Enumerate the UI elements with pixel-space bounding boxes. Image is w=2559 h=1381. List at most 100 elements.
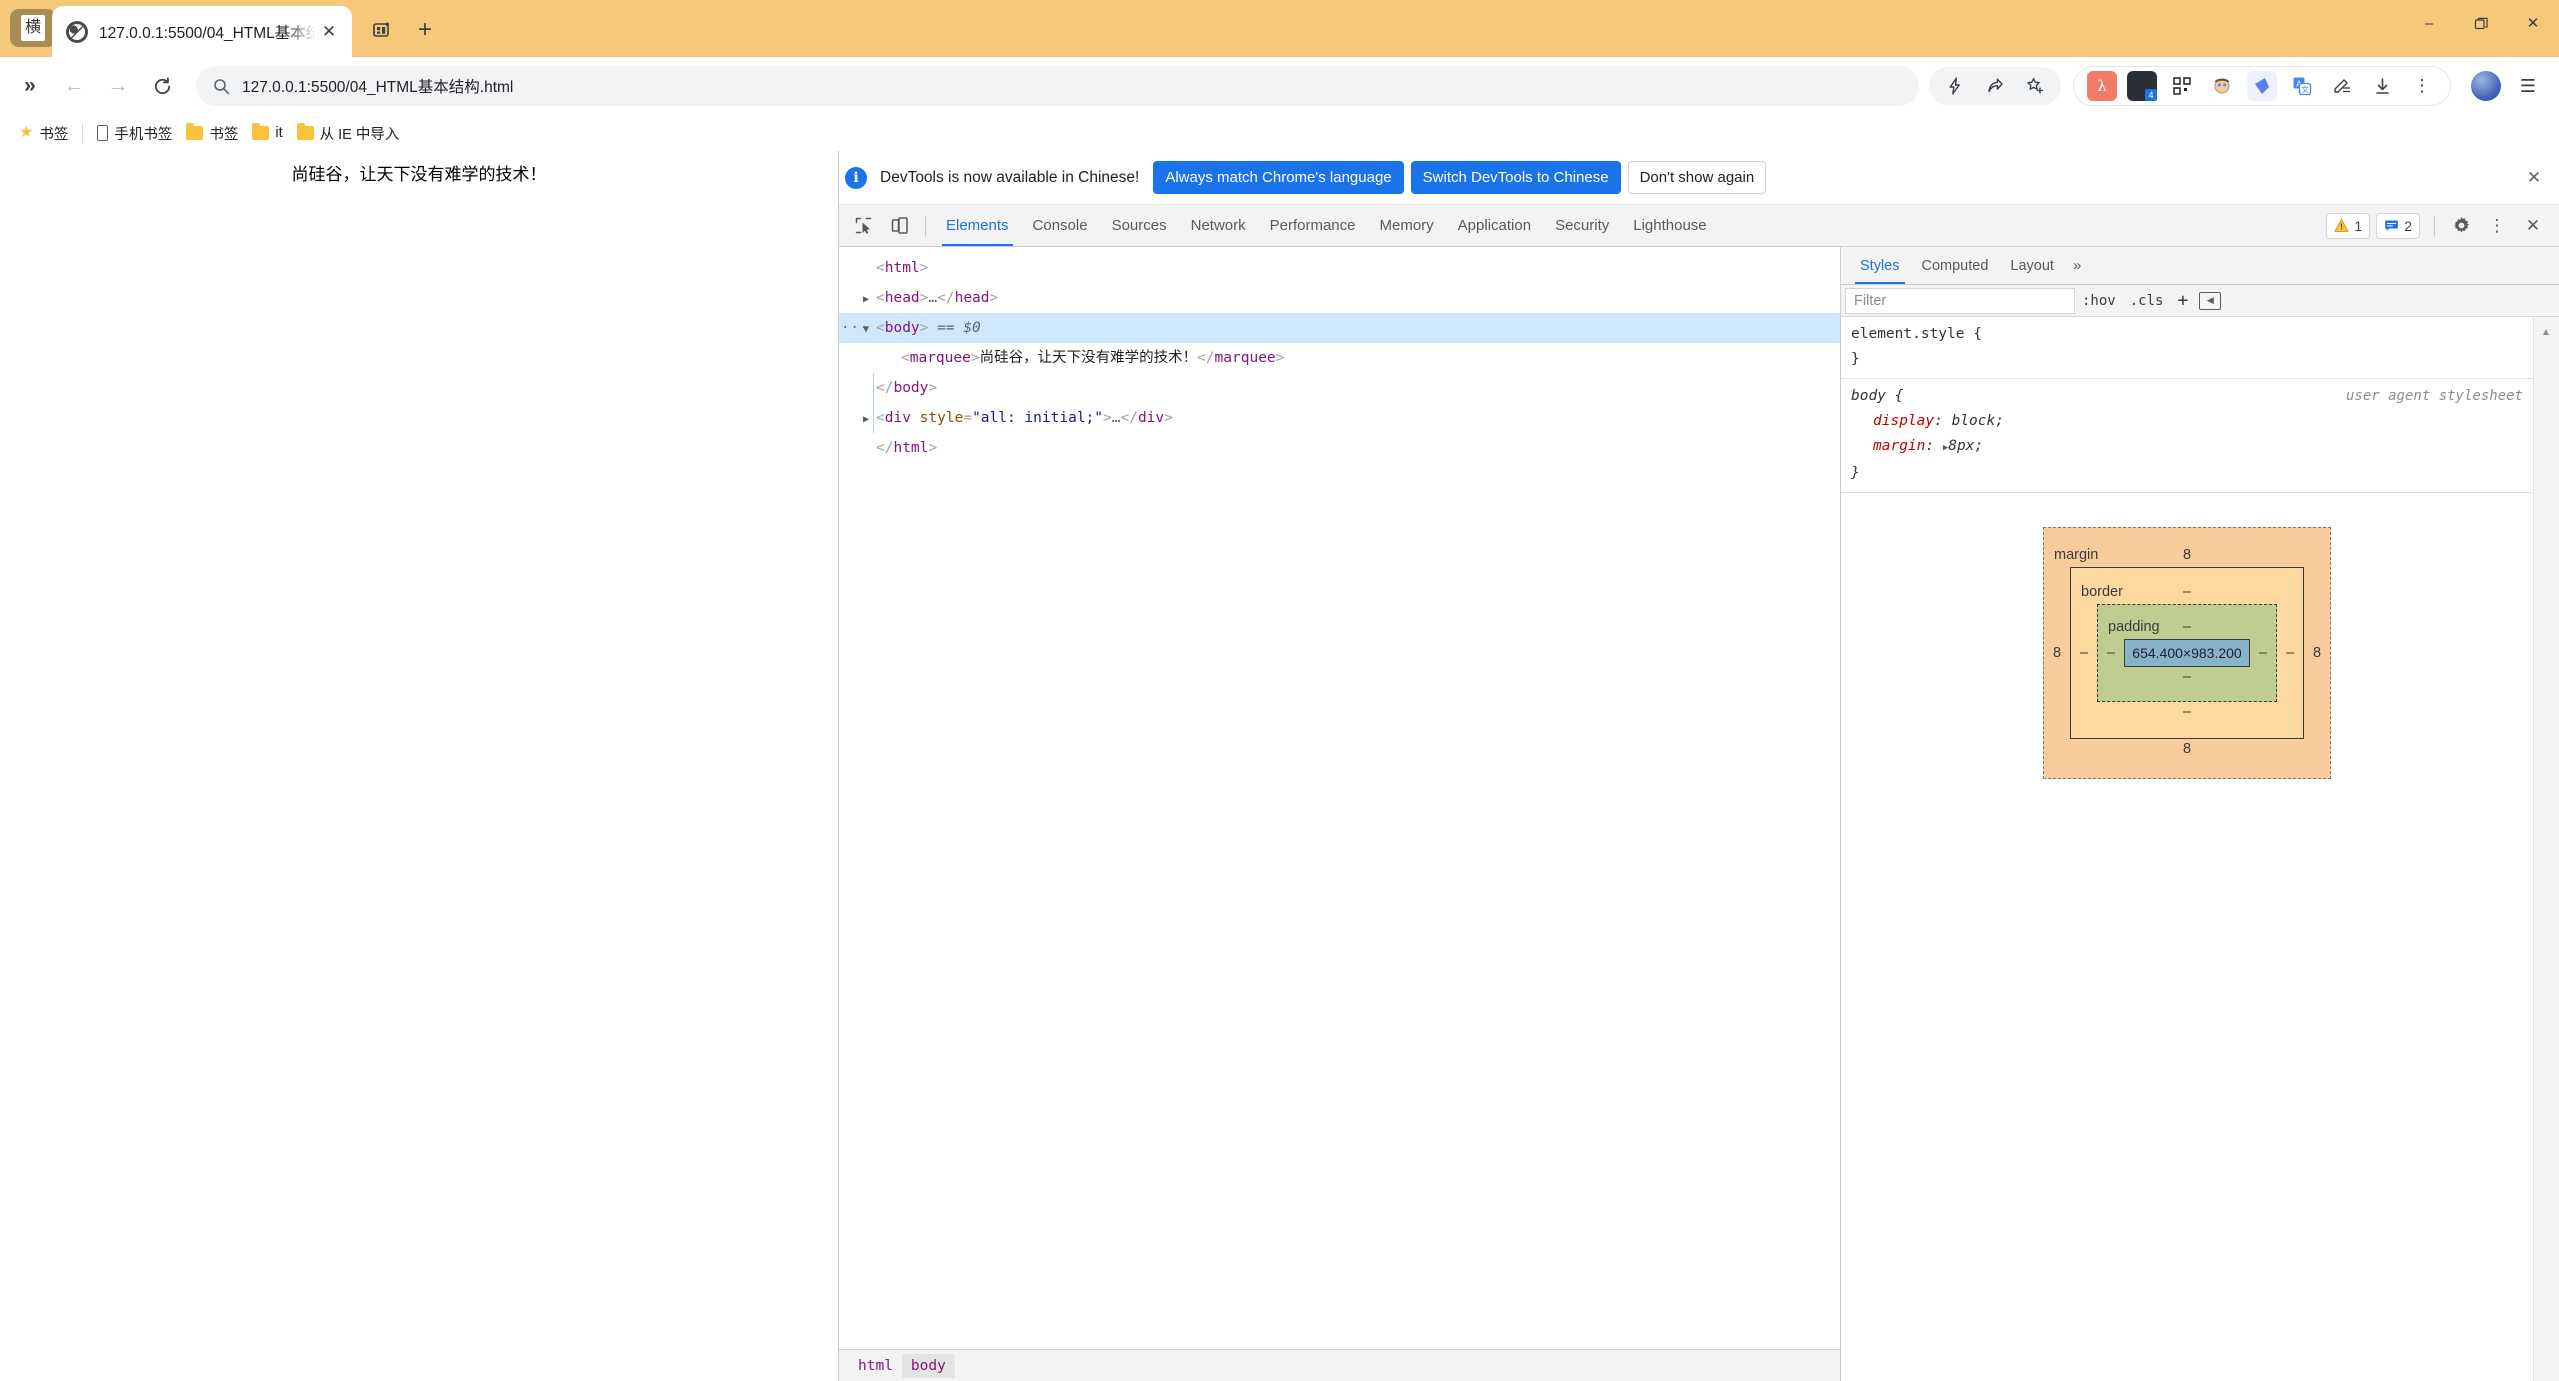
box-model-padding-head: padding –: [2098, 619, 2276, 639]
dom-row-html-close[interactable]: </html>: [839, 433, 1840, 463]
address-bar[interactable]: 127.0.0.1:5500/04_HTML基本结构.html: [196, 66, 1919, 106]
tab-console[interactable]: Console: [1021, 205, 1100, 246]
sidebar-toggle-icon[interactable]: ◀: [2199, 291, 2222, 310]
box-model-margin-bottom[interactable]: 8: [2044, 739, 2330, 759]
edit-extension[interactable]: [2327, 71, 2357, 101]
bookmark-star-icon[interactable]: [2019, 70, 2051, 102]
box-model-margin-top[interactable]: 8: [2044, 547, 2330, 563]
tab-network[interactable]: Network: [1179, 205, 1258, 246]
box-model-margin-right[interactable]: 8: [2304, 645, 2330, 661]
bookmark-item-2[interactable]: 书签: [179, 119, 245, 147]
box-model-border[interactable]: border – – padding – – 654.400×983.200 –…: [2070, 567, 2304, 739]
box-model-padding-bottom[interactable]: –: [2098, 667, 2276, 687]
dom-row-head[interactable]: <head>…</head>: [839, 283, 1840, 313]
style-rule-body[interactable]: user agent stylesheet body { display: bl…: [1841, 379, 2533, 493]
new-style-rule-button[interactable]: +: [2170, 290, 2195, 311]
box-model-border-left[interactable]: –: [2071, 645, 2097, 661]
close-window-button[interactable]: ✕: [2507, 0, 2559, 46]
screenshot-extension[interactable]: 4: [2127, 71, 2157, 101]
always-match-chrome-language-button[interactable]: Always match Chrome's language: [1153, 161, 1404, 194]
box-model-content-size[interactable]: 654.400×983.200: [2124, 639, 2250, 667]
dom-row-html-open[interactable]: <html>: [839, 253, 1840, 283]
declaration-property[interactable]: display: [1851, 413, 1934, 429]
expand-triangle[interactable]: [863, 285, 876, 315]
tab-lighthouse[interactable]: Lighthouse: [1621, 205, 1718, 246]
breadcrumb-item-body[interactable]: body: [901, 1353, 955, 1378]
dont-show-again-button[interactable]: Don't show again: [1627, 161, 1767, 194]
filter-input[interactable]: Filter: [1845, 287, 2075, 314]
chevrons-icon[interactable]: »: [10, 66, 50, 106]
new-tab-button[interactable]: +: [410, 15, 440, 45]
declaration-value[interactable]: block;: [1952, 413, 2004, 429]
switch-devtools-to-chinese-button[interactable]: Switch DevTools to Chinese: [1410, 161, 1621, 194]
cls-toggle[interactable]: .cls: [2123, 293, 2171, 309]
hov-toggle[interactable]: :hov: [2075, 293, 2123, 309]
bookmark-item-0[interactable]: ★ 书签: [12, 119, 75, 147]
tab-styles[interactable]: Styles: [1849, 247, 1911, 284]
chrome-menu-icon[interactable]: ☰: [2511, 69, 2545, 103]
minimize-button[interactable]: –: [2403, 0, 2455, 46]
box-model-border-bottom[interactable]: –: [2071, 702, 2303, 722]
forward-icon[interactable]: →: [98, 66, 138, 106]
extensions-overflow-icon[interactable]: ⋮: [2407, 71, 2437, 101]
declaration-value[interactable]: 8px;: [1948, 438, 1983, 454]
close-icon[interactable]: ✕: [2517, 211, 2549, 241]
dom-row-body-close[interactable]: </body>: [839, 373, 1840, 403]
tab-security[interactable]: Security: [1543, 205, 1621, 246]
tab-search-icon[interactable]: [367, 16, 395, 44]
browser-tab[interactable]: 127.0.0.1:5500/04_HTML基本结构.html ✕: [52, 6, 352, 57]
restore-button[interactable]: [2455, 0, 2507, 46]
avatar[interactable]: [2471, 71, 2501, 101]
message-counter[interactable]: 2: [2376, 212, 2420, 239]
box-model-margin[interactable]: margin 8 8 border – – padding – – 654.40…: [2043, 527, 2331, 779]
tab-group-chip[interactable]: 横: [10, 9, 56, 47]
gear-icon[interactable]: [2445, 211, 2477, 241]
styles-tabs-overflow-icon[interactable]: »: [2065, 257, 2089, 274]
dom-tree-pane[interactable]: <html> <head>…</head> ··· <body> == $0 <m…: [839, 247, 1841, 1381]
box-model-padding[interactable]: padding – – 654.400×983.200 – –: [2097, 604, 2277, 702]
box-model-padding-top[interactable]: –: [2098, 619, 2276, 635]
back-icon[interactable]: ←: [54, 66, 94, 106]
tab-elements[interactable]: Elements: [934, 205, 1021, 246]
close-icon[interactable]: ✕: [316, 19, 342, 45]
translate-extension[interactable]: A 文: [2287, 71, 2317, 101]
box-model-padding-left[interactable]: –: [2098, 645, 2124, 661]
close-icon[interactable]: ✕: [2519, 163, 2549, 193]
dom-row-marquee[interactable]: <marquee>尚硅谷，让天下没有难学的技术！</marquee>: [839, 343, 1840, 373]
inspect-element-icon[interactable]: [847, 211, 879, 241]
scroll-up-arrow-icon[interactable]: ▲: [2537, 323, 2555, 341]
box-model-padding-right[interactable]: –: [2250, 645, 2276, 661]
kite-extension[interactable]: [2247, 71, 2277, 101]
expand-triangle[interactable]: [863, 405, 876, 435]
styles-scroll-area[interactable]: ▲ element.style { } user agent styleshee…: [1841, 317, 2559, 1381]
bookmark-item-1[interactable]: 手机书签: [90, 119, 179, 147]
adobe-acrobat-extension[interactable]: λ: [2087, 71, 2117, 101]
tab-sources[interactable]: Sources: [1100, 205, 1179, 246]
bolt-icon[interactable]: [1939, 70, 1971, 102]
face-avatar-extension[interactable]: [2207, 71, 2237, 101]
tab-layout[interactable]: Layout: [1999, 247, 2065, 284]
tab-computed[interactable]: Computed: [1911, 247, 2000, 284]
device-toolbar-icon[interactable]: [883, 211, 915, 241]
breadcrumb-item-html[interactable]: html: [849, 1354, 902, 1378]
bookmark-item-3[interactable]: it: [245, 119, 289, 147]
dom-row-body-open[interactable]: ··· <body> == $0: [839, 313, 1840, 343]
tab-memory[interactable]: Memory: [1368, 205, 1446, 246]
warning-counter[interactable]: 1: [2326, 212, 2371, 239]
tab-application[interactable]: Application: [1446, 205, 1543, 246]
dom-row-div[interactable]: <div style="all: initial;">…</div>: [839, 403, 1840, 433]
box-model-border-top[interactable]: –: [2071, 584, 2303, 600]
declaration-property[interactable]: margin: [1851, 438, 1925, 454]
tab-performance[interactable]: Performance: [1258, 205, 1368, 246]
bookmark-item-4[interactable]: 从 IE 中导入: [290, 119, 407, 147]
qr-code-extension[interactable]: [2167, 71, 2197, 101]
box-model-border-right[interactable]: –: [2277, 645, 2303, 661]
row-overflow-dots[interactable]: ···: [841, 313, 869, 343]
reload-icon[interactable]: [142, 66, 182, 106]
style-rule-element-style[interactable]: element.style { }: [1841, 317, 2533, 379]
scrollbar[interactable]: ▲: [2533, 317, 2559, 1381]
share-icon[interactable]: [1979, 70, 2011, 102]
box-model-margin-left[interactable]: 8: [2044, 645, 2070, 661]
downloads-icon[interactable]: [2367, 71, 2397, 101]
kebab-menu-icon[interactable]: ⋮: [2481, 211, 2513, 241]
